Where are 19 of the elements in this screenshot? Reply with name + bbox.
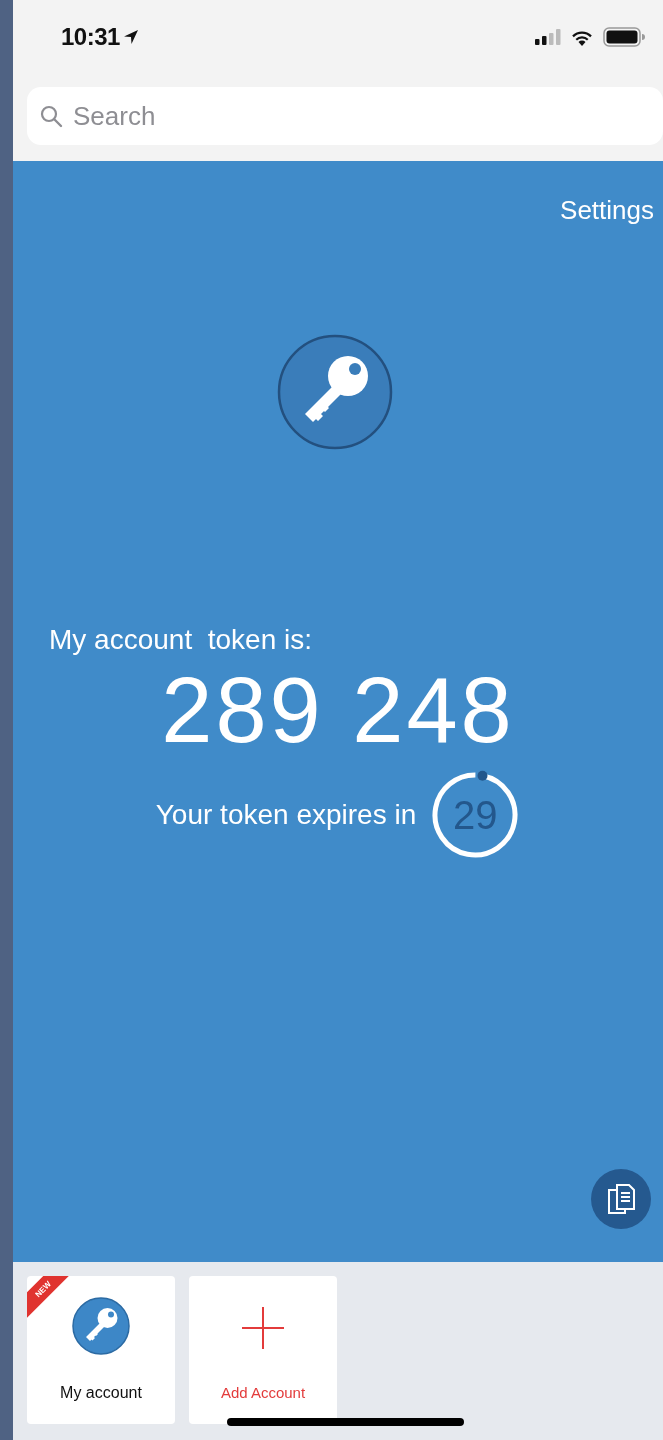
copy-button[interactable] [591, 1169, 651, 1229]
signal-icon [535, 29, 561, 45]
copy-icon [605, 1182, 637, 1216]
location-arrow-icon [122, 29, 139, 45]
status-time: 10:31 [61, 23, 120, 51]
token-code: 289 248 [160, 664, 516, 756]
search-field[interactable]: Search [27, 87, 663, 145]
battery-icon [603, 27, 645, 47]
search-icon [39, 104, 63, 128]
add-account-label: Add Account [220, 1384, 306, 1401]
expiry-label: Your token expires in [155, 799, 417, 831]
key-icon [277, 334, 393, 450]
account-card[interactable]: Add Account [189, 1276, 337, 1424]
account-name: My account [60, 1384, 142, 1402]
settings-link[interactable]: Settings [560, 195, 654, 226]
countdown-timer: 29 [430, 770, 521, 860]
key-icon [72, 1297, 130, 1355]
plus-icon [242, 1307, 284, 1349]
token-label: My account token is: [49, 624, 313, 656]
